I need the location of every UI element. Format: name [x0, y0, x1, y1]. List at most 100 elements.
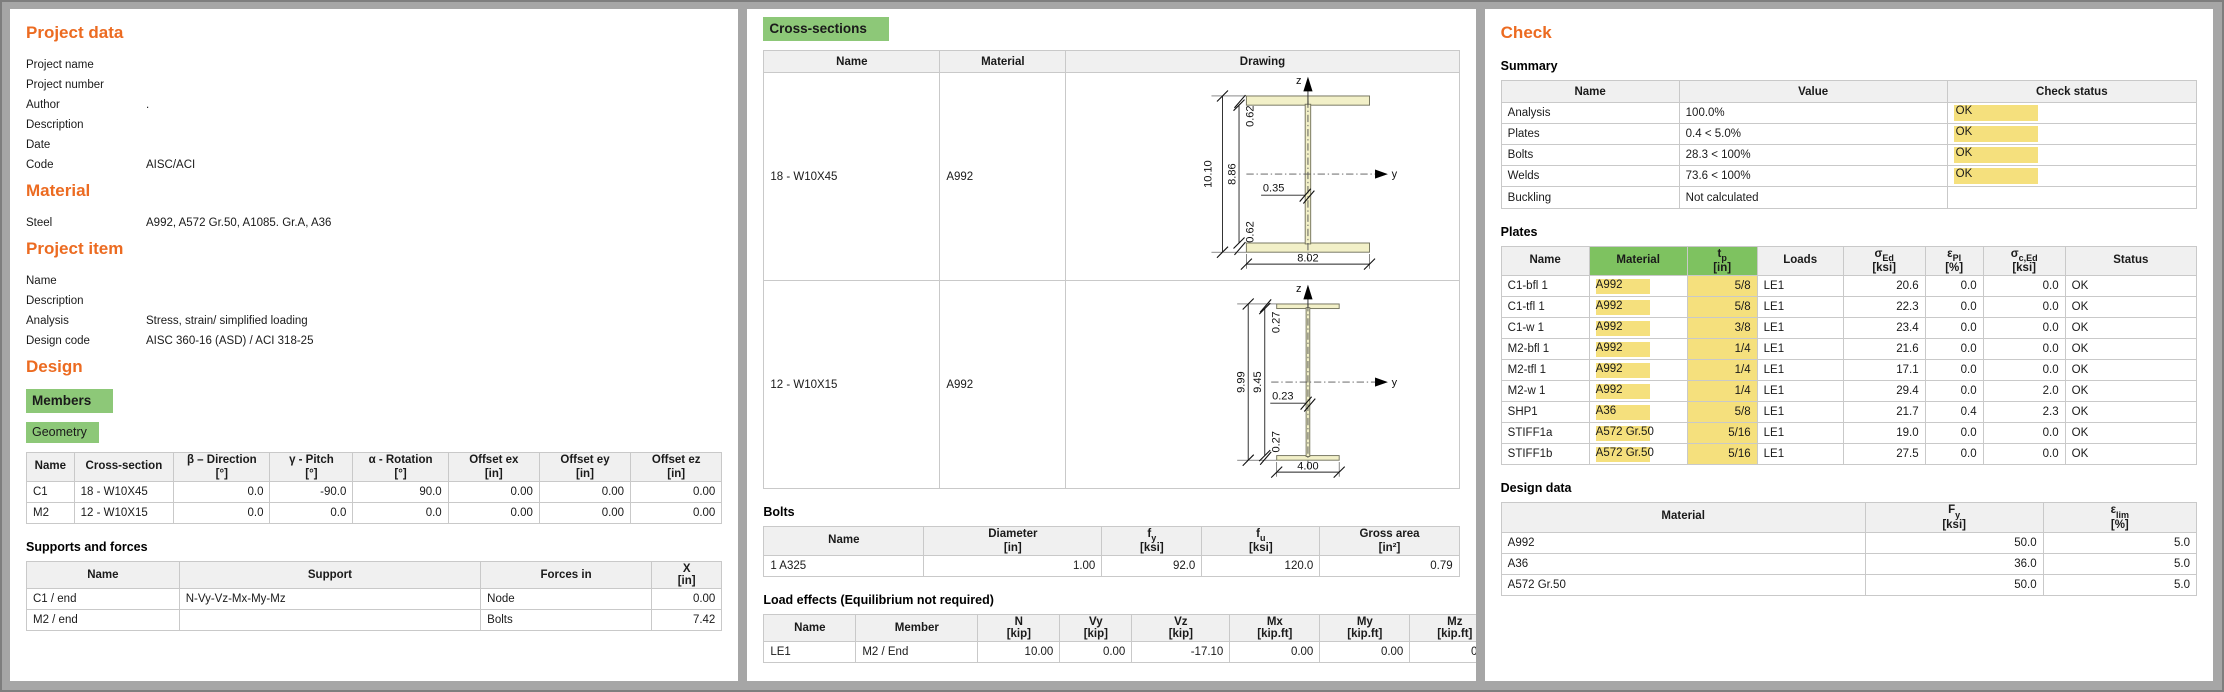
cell: A992	[1589, 318, 1687, 339]
check-item-value: 100.0%	[1679, 103, 1947, 124]
cell: M2 / end	[27, 610, 180, 631]
svg-text:0.27: 0.27	[1271, 431, 1283, 452]
cell: 0.0	[1983, 276, 2065, 297]
material-title: Material	[26, 181, 722, 201]
cell: M2-w 1	[1501, 381, 1589, 402]
cell: 5.0	[2043, 553, 2196, 574]
cell: 1 A325	[764, 556, 924, 577]
cross-sections-badge: Cross-sections	[763, 17, 889, 41]
col-header: Material	[1501, 503, 1865, 532]
cell: LE1	[764, 642, 856, 663]
cell: 12 - W10X15	[74, 503, 173, 524]
cell: LE1	[1757, 423, 1843, 444]
field-label: Name	[26, 271, 146, 291]
cell: 20.6	[1843, 276, 1925, 297]
field-label: Project number	[26, 75, 146, 95]
cell: M2 / End	[856, 642, 978, 663]
design-data-title: Design data	[1501, 481, 2197, 495]
col-header: My[kip.ft]	[1320, 615, 1410, 642]
status-badge: OK	[1954, 147, 2038, 163]
field-label: Project name	[26, 55, 146, 75]
cell: 0.00	[631, 503, 722, 524]
table-row: A36 36.0 5.0	[1501, 553, 2196, 574]
cell: A572 Gr.50	[1501, 574, 1865, 595]
field-row: Author .	[26, 95, 722, 115]
table-row: Buckling Not calculated	[1501, 187, 2196, 209]
cell: SHP1	[1501, 402, 1589, 423]
field-row: Design code AISC 360-16 (ASD) / ACI 318-…	[26, 331, 722, 351]
cell: A572 Gr.50	[1589, 423, 1687, 444]
check-status-cell: OK	[1947, 124, 2196, 145]
panel-divider	[1476, 9, 1485, 681]
check-item-name: Analysis	[1501, 103, 1679, 124]
field-value	[146, 135, 722, 155]
table-row: 1 A325 1.00 92.0 120.0 0.79	[764, 556, 1459, 577]
cell: 0.0	[1983, 360, 2065, 381]
cross-section-material: A992	[940, 281, 1066, 489]
cell	[179, 610, 480, 631]
cell: A572 Gr.50	[1589, 444, 1687, 465]
col-header: Gross area[in²]	[1320, 527, 1459, 556]
svg-text:0.62: 0.62	[1245, 105, 1257, 126]
summary-table: Name Value Check status Analysis 100.0% …	[1501, 80, 2197, 209]
table-row: M2 / end Bolts 7.42	[27, 610, 722, 631]
project-data-title: Project data	[26, 23, 722, 43]
cell: 5.0	[2043, 532, 2196, 553]
design-data-header-row: Material Fy[ksi] εlim[%]	[1501, 503, 2196, 532]
cell: 0.0	[1983, 339, 2065, 360]
field-row: Project name	[26, 55, 722, 75]
cell: 0.0	[1983, 444, 2065, 465]
cell: 0.00	[1320, 642, 1410, 663]
col-header: Check status	[1947, 81, 2196, 103]
cell: 17.1	[1843, 360, 1925, 381]
cell: M2	[27, 503, 75, 524]
field-row: Code AISC/ACI	[26, 155, 722, 175]
field-row: Project number	[26, 75, 722, 95]
field-value	[146, 55, 722, 75]
table-row: C1 18 - W10X45 0.0 -90.0 90.0 0.00 0.00 …	[27, 482, 722, 503]
cell: 0.79	[1320, 556, 1459, 577]
bolts-table: Name Diameter[in] fy[ksi] fu[ksi] Gross …	[763, 526, 1459, 577]
cell: 0.0	[270, 503, 353, 524]
design-title: Design	[26, 357, 722, 377]
table-row: C1-bfl 1 A992 5/8 LE1 20.6 0.0 0.0 OK	[1501, 276, 2196, 297]
cell: 21.6	[1843, 339, 1925, 360]
cell: A992	[1589, 381, 1687, 402]
cell: 5/8	[1687, 297, 1757, 318]
cell: STIFF1b	[1501, 444, 1589, 465]
cell: 0.0	[1925, 360, 1983, 381]
cell: OK	[2065, 402, 2196, 423]
bolts-header-row: Name Diameter[in] fy[ksi] fu[ksi] Gross …	[764, 527, 1459, 556]
svg-text:4.00: 4.00	[1298, 460, 1319, 472]
cell: 5/16	[1687, 444, 1757, 465]
status-badge: OK	[1954, 168, 2038, 184]
col-header: tp[in]	[1687, 247, 1757, 276]
cell: M2-tfl 1	[1501, 360, 1589, 381]
cell: LE1	[1757, 339, 1843, 360]
field-row: Name	[26, 271, 722, 291]
col-header: Cross-section	[74, 453, 173, 482]
cell: 29.4	[1843, 381, 1925, 402]
cell: 0.4	[1925, 402, 1983, 423]
check-item-value: 0.4 < 5.0%	[1679, 124, 1947, 145]
col-header: Offset ex[in]	[448, 453, 539, 482]
cell: OK	[2065, 360, 2196, 381]
cell: C1-bfl 1	[1501, 276, 1589, 297]
col-header: εPl[%]	[1925, 247, 1983, 276]
col-header: σEd[ksi]	[1843, 247, 1925, 276]
cell: 5/8	[1687, 402, 1757, 423]
geometry-table: Name Cross-section β – Direction[°] γ - …	[26, 452, 722, 524]
cell: OK	[2065, 297, 2196, 318]
cell: -90.0	[270, 482, 353, 503]
field-value	[146, 271, 722, 291]
status-badge: OK	[1954, 105, 2038, 121]
cell: 0.00	[539, 482, 630, 503]
cell: 0.0	[1925, 444, 1983, 465]
col-header: Vz[kip]	[1132, 615, 1230, 642]
cell: 90.0	[353, 482, 448, 503]
field-row: Description	[26, 291, 722, 311]
field-value: AISC 360-16 (ASD) / ACI 318-25	[146, 331, 722, 351]
col-header: Loads	[1757, 247, 1843, 276]
cross-section-material: A992	[940, 73, 1066, 281]
svg-text:y: y	[1392, 169, 1398, 181]
